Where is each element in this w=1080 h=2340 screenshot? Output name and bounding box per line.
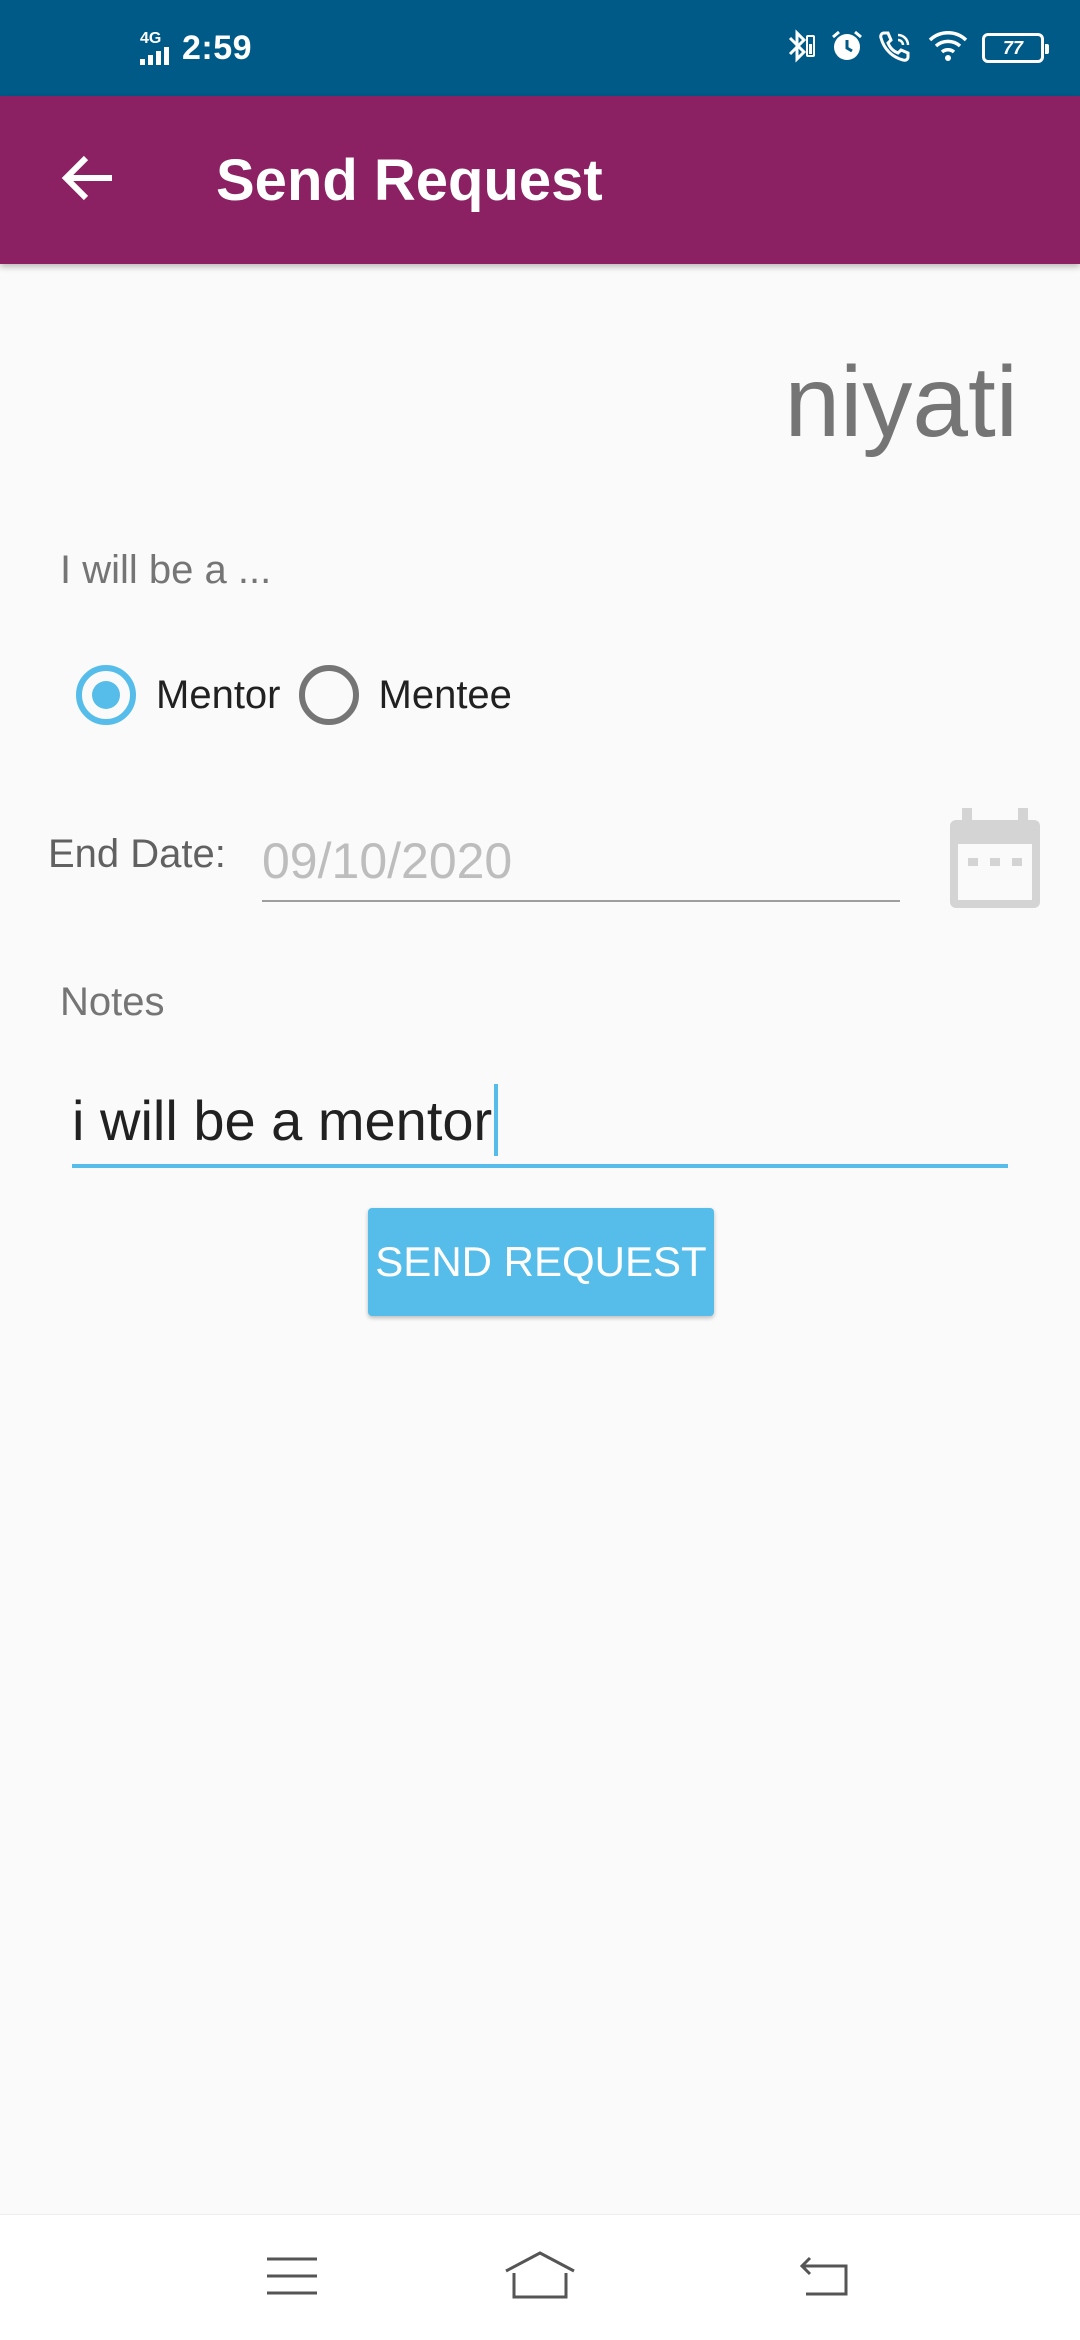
nav-menu-button[interactable]	[242, 2233, 342, 2323]
nav-home-button[interactable]	[490, 2233, 590, 2323]
radio-checked-icon[interactable]	[76, 665, 136, 725]
menu-icon	[265, 2255, 319, 2302]
signal-icon: 4G	[140, 31, 172, 65]
bluetooth-icon	[786, 28, 816, 69]
alarm-icon	[830, 29, 864, 68]
send-request-button[interactable]: SEND REQUEST	[368, 1208, 714, 1316]
text-cursor	[494, 1084, 499, 1156]
end-date-label: End Date:	[48, 832, 226, 876]
status-time: 2:59	[182, 28, 253, 67]
nav-back-button[interactable]	[774, 2233, 874, 2323]
arrow-left-icon	[60, 153, 116, 208]
radio-mentee-label[interactable]: Mentee	[379, 673, 512, 718]
notes-text: i will be a mentor	[72, 1088, 493, 1152]
radio-mentor-label[interactable]: Mentor	[156, 673, 281, 718]
system-nav-bar	[0, 2214, 1080, 2340]
page-title: Send Request	[216, 147, 603, 213]
status-bar: 4G 2:59 77	[0, 0, 1080, 96]
radio-mentor[interactable]: Mentor	[76, 665, 281, 725]
status-left: 4G 2:59	[140, 0, 252, 96]
calendar-icon	[948, 808, 1042, 914]
home-icon	[504, 2250, 576, 2306]
calendar-button[interactable]	[948, 806, 1042, 910]
battery-icon: 77	[982, 33, 1049, 63]
role-prompt: I will be a ...	[60, 548, 272, 592]
back-icon	[796, 2254, 852, 2303]
role-radio-group: Mentor Mentee	[76, 660, 530, 730]
wifi-calling-icon	[878, 29, 914, 68]
notes-input[interactable]: i will be a mentor	[72, 1076, 1008, 1168]
app-bar: Send Request	[0, 96, 1080, 264]
network-type: 4G	[140, 30, 162, 47]
back-button[interactable]	[44, 136, 132, 224]
wifi-icon	[928, 30, 968, 67]
recipient-name: niyati	[784, 346, 1018, 458]
battery-level: 77	[1002, 37, 1024, 58]
radio-unchecked-icon[interactable]	[298, 665, 359, 725]
status-right: 77	[786, 0, 1049, 96]
end-date-field[interactable]: 09/10/2020	[262, 822, 900, 902]
notes-label: Notes	[60, 980, 165, 1024]
radio-mentee[interactable]: Mentee	[298, 665, 512, 725]
